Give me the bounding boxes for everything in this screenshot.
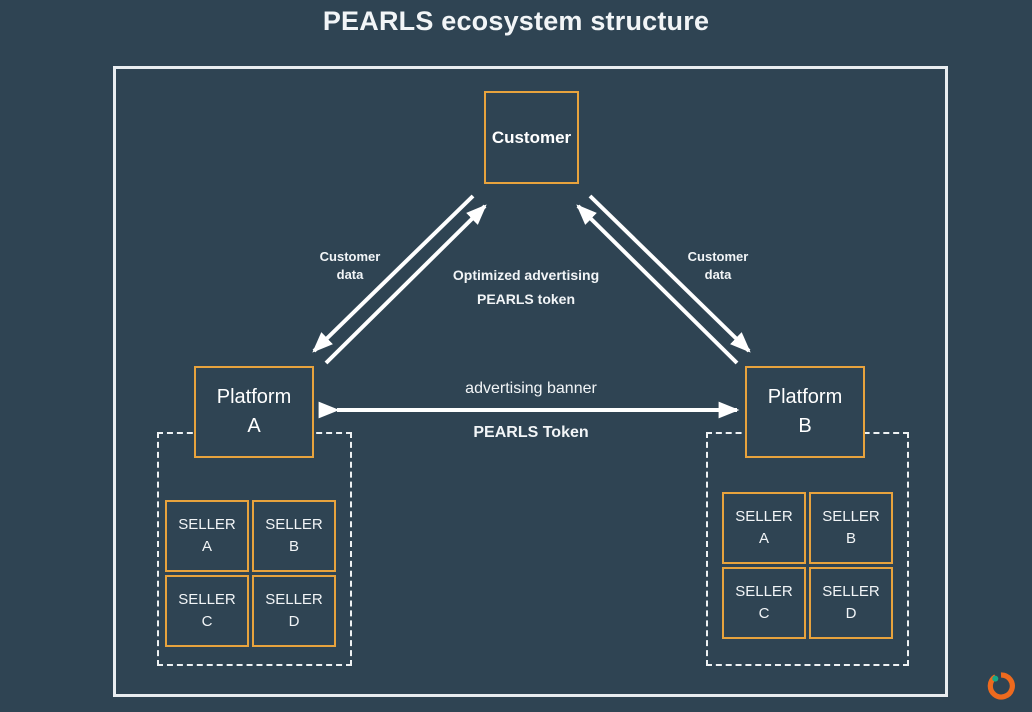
seller-label-line1: SELLER <box>265 516 323 534</box>
node-platform-a[interactable]: Platform A <box>194 366 314 458</box>
flow-label-pearls-token-bottom: PEARLS Token <box>473 424 589 441</box>
seller-label-line2: B <box>288 538 299 555</box>
node-platform-a-line1: Platform <box>216 385 292 408</box>
seller-grid-platform-b: SELLER A SELLER B SELLER C SELLER D <box>722 492 893 639</box>
node-platform-b-line2: B <box>798 414 812 437</box>
node-platform-a-line2: A <box>247 414 261 437</box>
seller-label-line1: SELLER <box>822 508 880 526</box>
node-platform-b-line1: Platform <box>767 385 843 408</box>
seller-label-line2: D <box>288 613 300 630</box>
seller-box[interactable]: SELLER A <box>722 492 806 564</box>
flow-label-line1: Customer <box>319 249 381 264</box>
logo-dot <box>992 675 999 682</box>
seller-label-line2: B <box>845 530 856 547</box>
flow-label-pearls-token-center: PEARLS token <box>476 291 575 307</box>
node-customer[interactable]: Customer <box>484 91 579 184</box>
diagram-canvas: PEARLS ecosystem structure Customer Plat… <box>0 0 1032 712</box>
seller-label-line2: C <box>201 613 213 630</box>
seller-box[interactable]: SELLER C <box>165 575 249 647</box>
seller-label-line1: SELLER <box>178 516 236 534</box>
seller-label-line2: D <box>845 605 857 622</box>
seller-box[interactable]: SELLER B <box>252 500 336 572</box>
seller-label-line1: SELLER <box>735 583 793 601</box>
node-platform-b[interactable]: Platform B <box>745 366 865 458</box>
seller-box[interactable]: SELLER D <box>809 567 893 639</box>
flow-label-line1: Customer <box>687 249 749 264</box>
seller-box[interactable]: SELLER C <box>722 567 806 639</box>
flow-label-customer-data-left: Customer data <box>300 248 400 283</box>
seller-box[interactable]: SELLER B <box>809 492 893 564</box>
seller-label-line1: SELLER <box>265 591 323 609</box>
flow-label-optimized-advertising: Optimized advertising <box>452 267 600 283</box>
flow-label-customer-data-right: Customer data <box>668 248 768 283</box>
seller-label-line2: A <box>201 538 212 555</box>
seller-box[interactable]: SELLER A <box>165 500 249 572</box>
seller-box[interactable]: SELLER D <box>252 575 336 647</box>
node-customer-label: Customer <box>491 127 572 147</box>
brand-logo-icon <box>987 672 1015 700</box>
seller-label-line1: SELLER <box>735 508 793 526</box>
page-title: PEARLS ecosystem structure <box>322 6 710 36</box>
seller-label-line2: A <box>758 530 769 547</box>
flow-label-line2: data <box>336 266 364 282</box>
flow-label-advertising-banner: advertising banner <box>465 380 597 397</box>
seller-label-line2: C <box>758 605 770 622</box>
flow-label-line2: data <box>704 266 732 282</box>
seller-grid-platform-a: SELLER A SELLER B SELLER C SELLER D <box>165 500 336 647</box>
seller-label-line1: SELLER <box>822 583 880 601</box>
seller-label-line1: SELLER <box>178 591 236 609</box>
